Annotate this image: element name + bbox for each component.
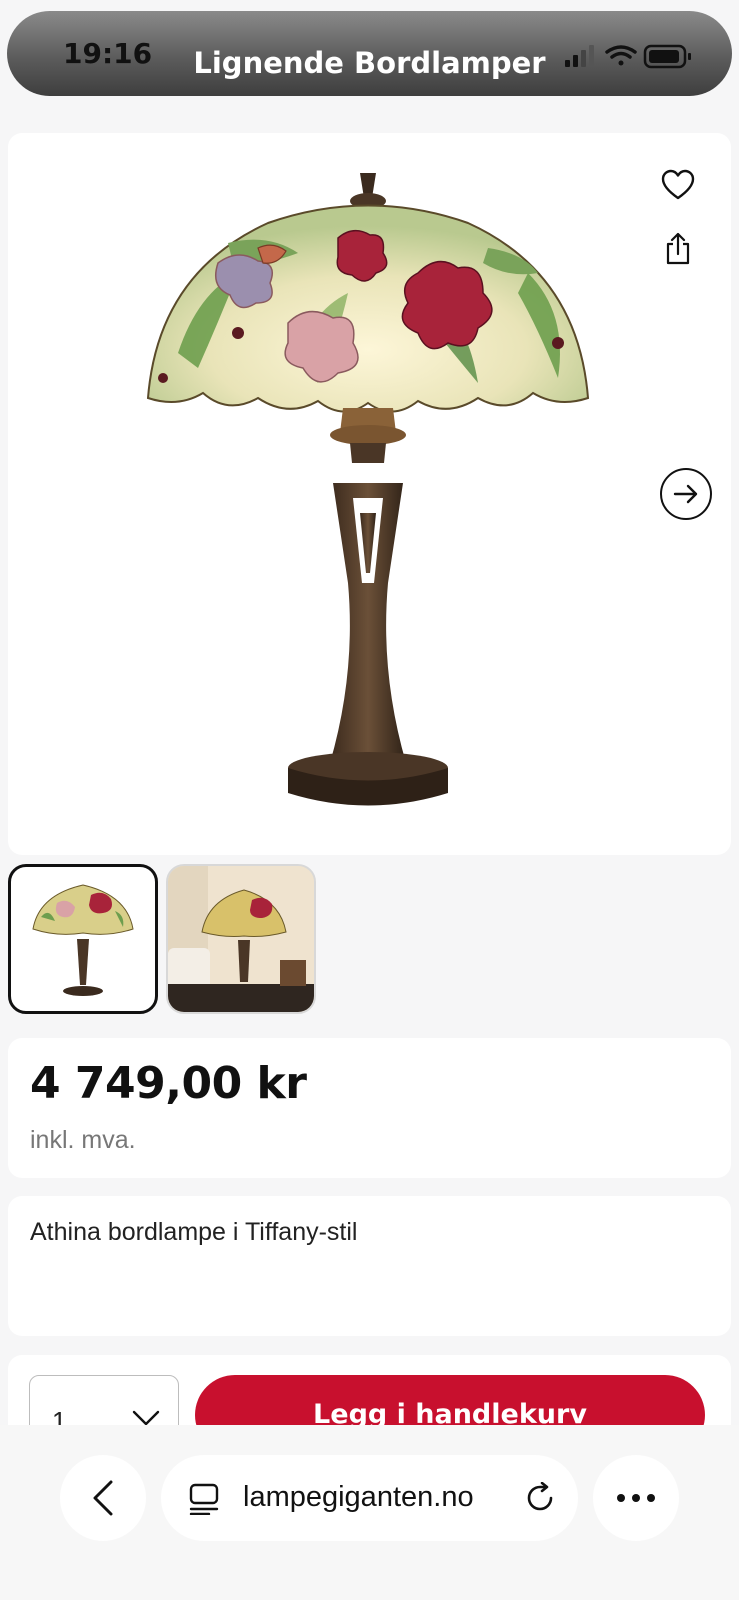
more-dots-icon [617,1494,655,1502]
thumbnail-image [32,884,134,996]
status-bar: 19:16 Lignende Bordlamper [7,11,732,96]
thumbnail-2[interactable] [166,864,316,1014]
product-image[interactable] [138,153,598,833]
next-image-button[interactable] [660,468,712,520]
tab-icon [189,1483,219,1515]
price-card: 4 749,00 kr inkl. mva. [8,1038,731,1178]
thumbnail-image [168,866,314,1012]
product-title: Athina bordlampe i Tiffany-stil [30,1218,358,1246]
arrow-right-icon [673,484,698,504]
title-card: Athina bordlampe i Tiffany-stil [8,1196,731,1336]
product-price: 4 749,00 kr [30,1058,307,1109]
wifi-icon [605,45,637,66]
chevron-down-icon [132,1410,160,1426]
url-text: lampegiganten.no [243,1481,474,1513]
vat-note: inkl. mva. [30,1126,136,1154]
more-button[interactable] [593,1455,679,1541]
reload-icon[interactable] [524,1482,556,1514]
favorite-button[interactable] [658,165,698,205]
thumbnail-1[interactable] [8,864,158,1014]
status-icons [565,44,691,69]
product-image-card [8,133,731,855]
back-button[interactable] [60,1455,146,1541]
signal-icon [565,45,594,67]
chevron-left-icon [93,1480,113,1516]
share-icon [666,232,690,265]
battery-icon [643,44,691,69]
browser-toolbar: lampegiganten.no [0,1425,739,1600]
heart-icon [661,169,695,200]
address-bar[interactable]: lampegiganten.no [161,1455,578,1541]
share-button[interactable] [658,229,698,269]
